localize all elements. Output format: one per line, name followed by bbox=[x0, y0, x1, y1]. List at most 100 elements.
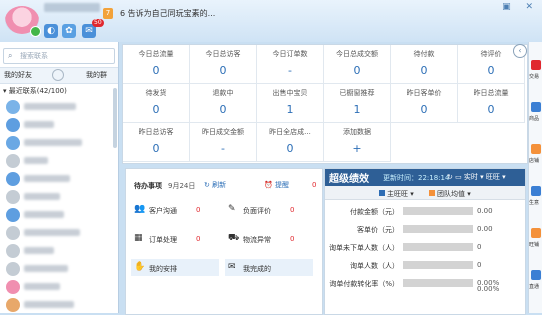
stat-cell: 退款中 0 bbox=[190, 84, 257, 123]
scrollbar[interactable] bbox=[113, 88, 117, 148]
plugin-label: 店铺 bbox=[529, 158, 540, 164]
metric-bar bbox=[403, 279, 473, 287]
stat-value: 0 bbox=[353, 64, 361, 77]
contact-item[interactable] bbox=[6, 172, 112, 188]
stat-label: 昨日成交金额 bbox=[202, 128, 244, 136]
plugin-icon[interactable] bbox=[531, 102, 541, 112]
stat-value: - bbox=[288, 64, 292, 77]
stat-label: 添加数据 bbox=[343, 128, 371, 136]
todo-item[interactable]: 订单处理 bbox=[149, 235, 177, 245]
stat-cell: 今日订单数 - bbox=[257, 45, 324, 84]
contact-item[interactable] bbox=[6, 244, 112, 260]
performance-panel: 超级绩效 更新时间：22:18:14 ↻ ▭ 实时 ▾ 旺旺 ▾ 主旺旺 ▾ 团… bbox=[324, 168, 526, 315]
signature-text[interactable]: 6 告诉为自己同玩宝素的... bbox=[120, 8, 215, 19]
stat-cell: 今日总访客 0 bbox=[190, 45, 257, 84]
search-input[interactable]: ⌕ 搜索联系 bbox=[3, 48, 115, 64]
plugin-label: 生意 bbox=[529, 200, 540, 206]
todo-item[interactable]: 客户沟通 bbox=[149, 206, 177, 216]
stat-value: 0 bbox=[420, 103, 428, 116]
stat-value: 0 bbox=[487, 103, 495, 116]
refresh-icon: ↻ bbox=[204, 181, 213, 189]
todo-count: 0 bbox=[196, 235, 201, 243]
stats-grid: 今日总流量 0 今日总访客 0 今日订单数 - 今日总成交额 0 待付款 0 待评价 0 待发货 0 退款中… bbox=[122, 44, 528, 164]
contact-avatar bbox=[6, 280, 20, 294]
stat-cell: 昨日成交金额 - bbox=[190, 123, 257, 162]
contact-name bbox=[24, 157, 48, 164]
customers-icon: 👥 bbox=[134, 204, 146, 214]
plugin-label: 旺铺 bbox=[529, 242, 540, 248]
contact-avatar bbox=[6, 100, 20, 114]
todo-item[interactable]: 物流异常 bbox=[243, 235, 271, 245]
remind-button[interactable]: ⏰ 提醒 bbox=[264, 180, 289, 190]
stat-value: 0 bbox=[152, 142, 160, 155]
contact-item[interactable] bbox=[6, 298, 112, 314]
metric-label: 客单价（元） bbox=[357, 226, 399, 234]
window-controls[interactable]: ▣ ✕ bbox=[502, 2, 539, 12]
user-name-blurred bbox=[44, 3, 100, 12]
collapse-icon[interactable]: ‹ bbox=[513, 44, 527, 58]
todo-count: 0 bbox=[290, 235, 295, 243]
plugin-icon[interactable] bbox=[531, 270, 541, 280]
stat-value: 0 bbox=[219, 64, 227, 77]
performance-controls[interactable]: ↻ ▭ 实时 ▾ 旺旺 ▾ bbox=[447, 172, 506, 182]
contact-avatar bbox=[6, 262, 20, 276]
plugin-label: 交易 bbox=[529, 74, 540, 80]
contact-avatar bbox=[6, 118, 20, 132]
contact-item[interactable] bbox=[6, 154, 112, 170]
todo-item[interactable]: 我完成的 bbox=[243, 264, 271, 274]
contact-name bbox=[24, 193, 60, 200]
schedule-icon: ✋ bbox=[134, 262, 146, 272]
contact-avatar bbox=[6, 244, 20, 258]
contact-item[interactable] bbox=[6, 136, 112, 152]
performance-header: 超级绩效 更新时间：22:18:14 ↻ ▭ 实时 ▾ 旺旺 ▾ bbox=[325, 169, 525, 186]
refresh-button[interactable]: ↻ 刷新 bbox=[204, 180, 226, 190]
app-icon[interactable]: ✿ bbox=[62, 24, 76, 38]
todo-count: 0 bbox=[196, 206, 201, 214]
contact-name bbox=[24, 211, 64, 218]
todo-item[interactable]: 负面评价 bbox=[243, 206, 271, 216]
contact-avatar bbox=[6, 226, 20, 240]
tab-friends[interactable]: 我的好友 bbox=[4, 70, 32, 80]
contact-item[interactable] bbox=[6, 262, 112, 278]
contact-avatar bbox=[6, 154, 20, 168]
search-icon: ⌕ bbox=[8, 51, 13, 60]
plugin-icon[interactable] bbox=[531, 228, 541, 238]
contact-name bbox=[24, 265, 68, 272]
metric-label: 询单人数（人） bbox=[350, 262, 399, 270]
plugin-icon[interactable] bbox=[531, 186, 541, 196]
stat-cell: 昨日全店成... 0 bbox=[257, 123, 324, 162]
contact-name bbox=[24, 139, 82, 146]
tab-groups[interactable]: 我的群 bbox=[86, 70, 107, 80]
contact-item[interactable] bbox=[6, 118, 112, 134]
metric-bar bbox=[403, 207, 473, 215]
clock-icon[interactable] bbox=[52, 69, 64, 81]
todo-item[interactable]: 我的安排 bbox=[149, 264, 177, 274]
contact-item[interactable] bbox=[6, 208, 112, 224]
stat-label: 昨日总流量 bbox=[473, 89, 509, 97]
order-icon: ▦ bbox=[134, 233, 143, 243]
contact-tabs: 我的好友 我的群 bbox=[0, 67, 118, 84]
stat-label: 已橱窗推荐 bbox=[339, 89, 375, 97]
plugin-icon[interactable] bbox=[531, 144, 541, 154]
contact-name bbox=[24, 301, 74, 308]
todo-date: 9月24日 bbox=[168, 182, 196, 190]
metric-bar bbox=[403, 261, 473, 269]
stat-label: 出售中宝贝 bbox=[272, 89, 308, 97]
contact-item[interactable] bbox=[6, 226, 112, 242]
recent-contacts-header[interactable]: ▾ 最近联系(42/100) bbox=[3, 86, 67, 96]
legend-main[interactable]: 主旺旺 ▾ bbox=[387, 189, 414, 199]
legend-team[interactable]: 团队均值 ▾ bbox=[437, 189, 471, 199]
update-time: 更新时间：22:18:14 bbox=[383, 174, 450, 182]
stat-label: 待付款 bbox=[413, 50, 435, 58]
stat-value: + bbox=[352, 142, 362, 155]
contact-item[interactable] bbox=[6, 190, 112, 206]
plugin-icon[interactable] bbox=[531, 60, 541, 70]
legend-blue-swatch bbox=[379, 190, 385, 196]
contact-item[interactable] bbox=[6, 280, 112, 296]
contact-item[interactable] bbox=[6, 100, 112, 116]
stat-cell[interactable]: 添加数据 + bbox=[324, 123, 391, 162]
stat-label: 昨日总访客 bbox=[138, 128, 174, 136]
chat-icon[interactable]: ◐ bbox=[44, 24, 58, 38]
stat-cell: 昨日客单价 0 bbox=[391, 84, 458, 123]
stat-label: 今日总访客 bbox=[205, 50, 241, 58]
